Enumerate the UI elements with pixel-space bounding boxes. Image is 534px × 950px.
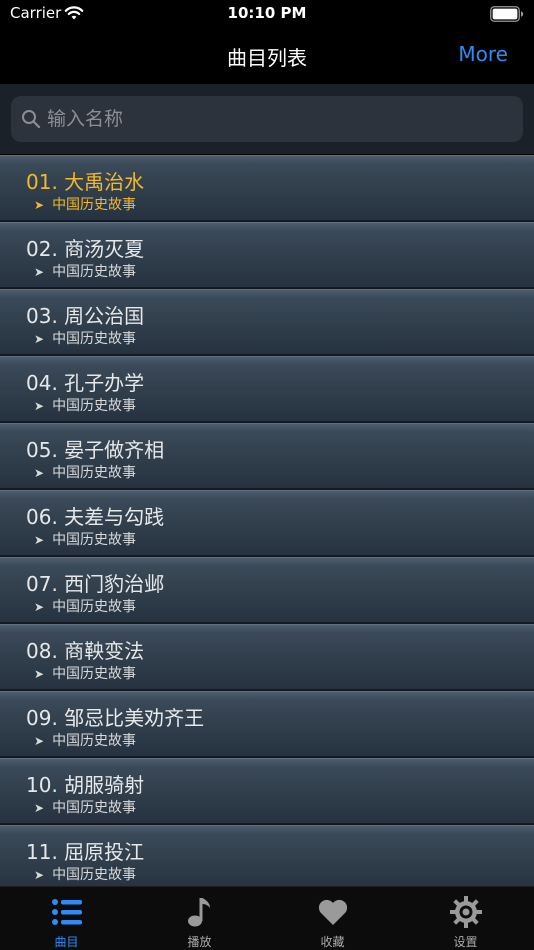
search-icon — [22, 110, 41, 129]
search-input[interactable] — [47, 96, 507, 142]
track-subtitle-text: 中国历史故事 — [52, 264, 137, 280]
track-row-5[interactable]: 05. 晏子做齐相 ➤ 中国历史故事 — [0, 423, 534, 489]
track-subtitle: ➤ 中国历史故事 — [34, 864, 136, 884]
track-subtitle: ➤ 中国历史故事 — [34, 529, 136, 549]
track-title: 01. 大禹治水 — [26, 170, 145, 194]
tab-settings[interactable]: 设置 — [399, 887, 532, 950]
arrow-icon: ➤ — [34, 399, 45, 413]
arrow-icon: ➤ — [34, 466, 45, 480]
track-subtitle-text: 中国历史故事 — [52, 599, 137, 615]
tab-play[interactable]: 播放 — [133, 887, 266, 950]
navigation-bar: 曲目列表 More — [0, 30, 534, 84]
arrow-icon: ➤ — [34, 734, 45, 748]
tab-tracks[interactable]: 曲目 — [0, 887, 133, 950]
arrow-icon: ➤ — [34, 868, 45, 882]
list-icon — [51, 899, 82, 925]
track-row-7[interactable]: 07. 西门豹治邺 ➤ 中国历史故事 — [0, 557, 534, 623]
track-title: 08. 商鞅变法 — [26, 639, 145, 663]
track-title: 07. 西门豹治邺 — [26, 572, 165, 596]
status-bar: Carrier 10:10 PM — [0, 0, 534, 30]
arrow-icon: ➤ — [34, 667, 45, 681]
track-title: 02. 商汤灭夏 — [26, 237, 145, 261]
track-row-11[interactable]: 11. 屈原投江 ➤ 中国历史故事 — [0, 825, 534, 886]
track-subtitle-text: 中国历史故事 — [52, 666, 137, 682]
tab-label: 设置 — [453, 935, 478, 949]
track-subtitle-text: 中国历史故事 — [52, 465, 137, 481]
track-row-1[interactable]: 01. 大禹治水 ➤ 中国历史故事 — [0, 155, 534, 221]
track-row-6[interactable]: 06. 夫差与勾践 ➤ 中国历史故事 — [0, 490, 534, 556]
track-row-8[interactable]: 08. 商鞅变法 ➤ 中国历史故事 — [0, 624, 534, 690]
arrow-icon: ➤ — [34, 801, 45, 815]
track-subtitle-text: 中国历史故事 — [52, 197, 137, 213]
search-field[interactable] — [11, 96, 523, 142]
track-title: 03. 周公治国 — [26, 304, 145, 328]
track-title: 11. 屈原投江 — [26, 840, 145, 864]
track-row-2[interactable]: 02. 商汤灭夏 ➤ 中国历史故事 — [0, 222, 534, 288]
track-subtitle: ➤ 中国历史故事 — [34, 194, 136, 214]
more-button[interactable]: More — [458, 42, 508, 66]
track-subtitle-text: 中国历史故事 — [52, 733, 137, 749]
tab-bar: 曲目 播放 收藏 设置 — [0, 886, 534, 950]
track-subtitle-text: 中国历史故事 — [52, 532, 137, 548]
arrow-icon: ➤ — [34, 198, 45, 212]
heart-icon — [318, 899, 347, 925]
track-list[interactable]: 01. 大禹治水 ➤ 中国历史故事 02. 商汤灭夏 ➤ 中国历史故事 03. 周公… — [0, 155, 534, 886]
tab-label: 播放 — [187, 935, 212, 949]
track-subtitle: ➤ 中国历史故事 — [34, 328, 136, 348]
track-subtitle-text: 中国历史故事 — [52, 867, 137, 883]
status-time: 10:10 PM — [227, 4, 307, 22]
track-row-10[interactable]: 10. 胡服骑射 ➤ 中国历史故事 — [0, 758, 534, 824]
track-title: 04. 孔子办学 — [26, 371, 145, 395]
tab-label: 曲目 — [54, 935, 79, 949]
track-subtitle: ➤ 中国历史故事 — [34, 462, 136, 482]
gear-icon — [449, 896, 482, 928]
track-title: 10. 胡服骑射 — [26, 773, 145, 797]
track-row-4[interactable]: 04. 孔子办学 ➤ 中国历史故事 — [0, 356, 534, 422]
track-subtitle-text: 中国历史故事 — [52, 398, 137, 414]
track-subtitle-text: 中国历史故事 — [52, 800, 137, 816]
track-subtitle: ➤ 中国历史故事 — [34, 730, 136, 750]
arrow-icon: ➤ — [34, 332, 45, 346]
arrow-icon: ➤ — [34, 600, 45, 614]
track-subtitle: ➤ 中国历史故事 — [34, 261, 136, 281]
track-title: 06. 夫差与勾践 — [26, 505, 165, 529]
track-subtitle: ➤ 中国历史故事 — [34, 395, 136, 415]
track-subtitle-text: 中国历史故事 — [52, 331, 137, 347]
track-subtitle: ➤ 中国历史故事 — [34, 797, 136, 817]
page-title: 曲目列表 — [227, 46, 307, 70]
track-title: 09. 邹忌比美劝齐王 — [26, 706, 205, 730]
arrow-icon: ➤ — [34, 265, 45, 279]
track-row-9[interactable]: 09. 邹忌比美劝齐王 ➤ 中国历史故事 — [0, 691, 534, 757]
track-subtitle: ➤ 中国历史故事 — [34, 663, 136, 683]
battery-icon — [490, 6, 524, 22]
track-title: 05. 晏子做齐相 — [26, 438, 165, 462]
track-row-3[interactable]: 03. 周公治国 ➤ 中国历史故事 — [0, 289, 534, 355]
tab-label: 收藏 — [320, 935, 345, 949]
tab-favorites[interactable]: 收藏 — [266, 887, 399, 950]
arrow-icon: ➤ — [34, 533, 45, 547]
music-note-icon — [187, 898, 210, 927]
track-subtitle: ➤ 中国历史故事 — [34, 596, 136, 616]
search-bar — [0, 84, 534, 154]
